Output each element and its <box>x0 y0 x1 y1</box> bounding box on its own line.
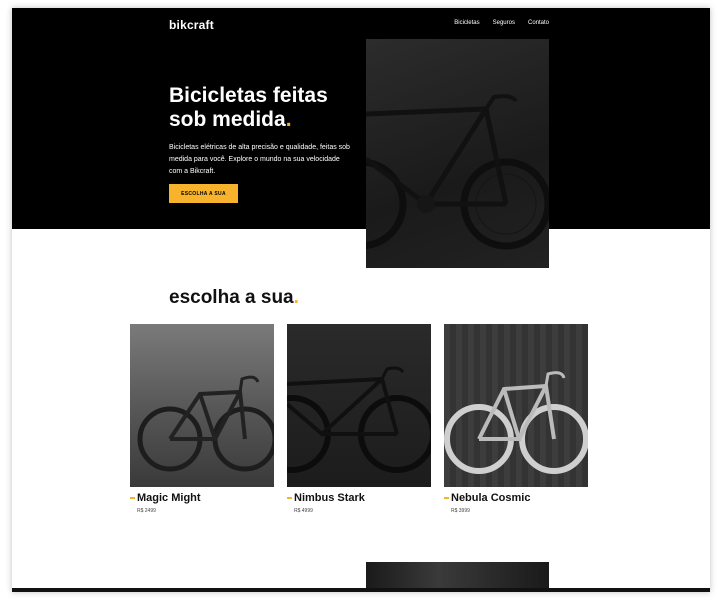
accent-bar <box>444 497 449 499</box>
product-image[interactable] <box>287 324 431 487</box>
product-name[interactable]: Nebula Cosmic <box>444 492 588 504</box>
section-title-dot: . <box>293 287 299 308</box>
hero-description: Bicicletas elétricas de alta precisão e … <box>169 144 350 175</box>
hero-bike-illustration <box>366 94 549 250</box>
product-name[interactable]: Magic Might <box>130 492 274 504</box>
logo[interactable]: bikcraft <box>169 18 214 32</box>
product-name[interactable]: Nimbus Stark <box>287 492 431 504</box>
accent-bar <box>287 497 292 499</box>
main-nav: Bicicletas Seguros Contato <box>454 20 549 26</box>
hero-bike-image <box>366 39 549 268</box>
hero-background <box>12 8 710 229</box>
product-image[interactable] <box>130 324 274 487</box>
product-card-magic-might[interactable]: Magic Might R$ 2499 <box>130 324 274 514</box>
accent-bar <box>130 497 135 499</box>
section-title: escolha a sua. <box>169 287 299 309</box>
product-price: R$ 2499 <box>137 508 156 514</box>
product-name-text[interactable]: Magic Might <box>137 492 201 504</box>
next-section-background <box>12 588 710 592</box>
bike-illustration <box>444 371 588 474</box>
nav-link-contato[interactable]: Contato <box>528 20 549 26</box>
section-title-text: escolha a sua <box>169 287 294 308</box>
nav-link-seguros[interactable]: Seguros <box>493 20 515 26</box>
product-image[interactable] <box>444 324 588 487</box>
bike-illustration <box>287 366 431 473</box>
product-card-nebula-cosmic[interactable]: Nebula Cosmic R$ 3999 <box>444 324 588 514</box>
hero-title: Bicicletas feitas sob medida. <box>169 84 359 132</box>
product-price: R$ 3999 <box>451 508 470 514</box>
choose-yours-button[interactable]: ESCOLHA A SUA <box>169 184 238 203</box>
browser-viewport: bikcraft Bicicletas Seguros Contato Bici… <box>12 8 710 592</box>
product-card-nimbus-stark[interactable]: Nimbus Stark R$ 4999 <box>287 324 431 514</box>
hero-title-text: Bicicletas feitas sob medida <box>169 84 328 131</box>
nav-link-bicicletas[interactable]: Bicicletas <box>454 20 479 26</box>
hero-title-dot: . <box>285 108 292 131</box>
product-list: Magic Might R$ 2499 Nimbus Stark R$ 4999 <box>130 324 588 514</box>
bike-illustration <box>137 375 274 472</box>
product-name-text[interactable]: Nimbus Stark <box>294 492 365 504</box>
product-name-text[interactable]: Nebula Cosmic <box>451 492 530 504</box>
product-price: R$ 4999 <box>294 508 313 514</box>
